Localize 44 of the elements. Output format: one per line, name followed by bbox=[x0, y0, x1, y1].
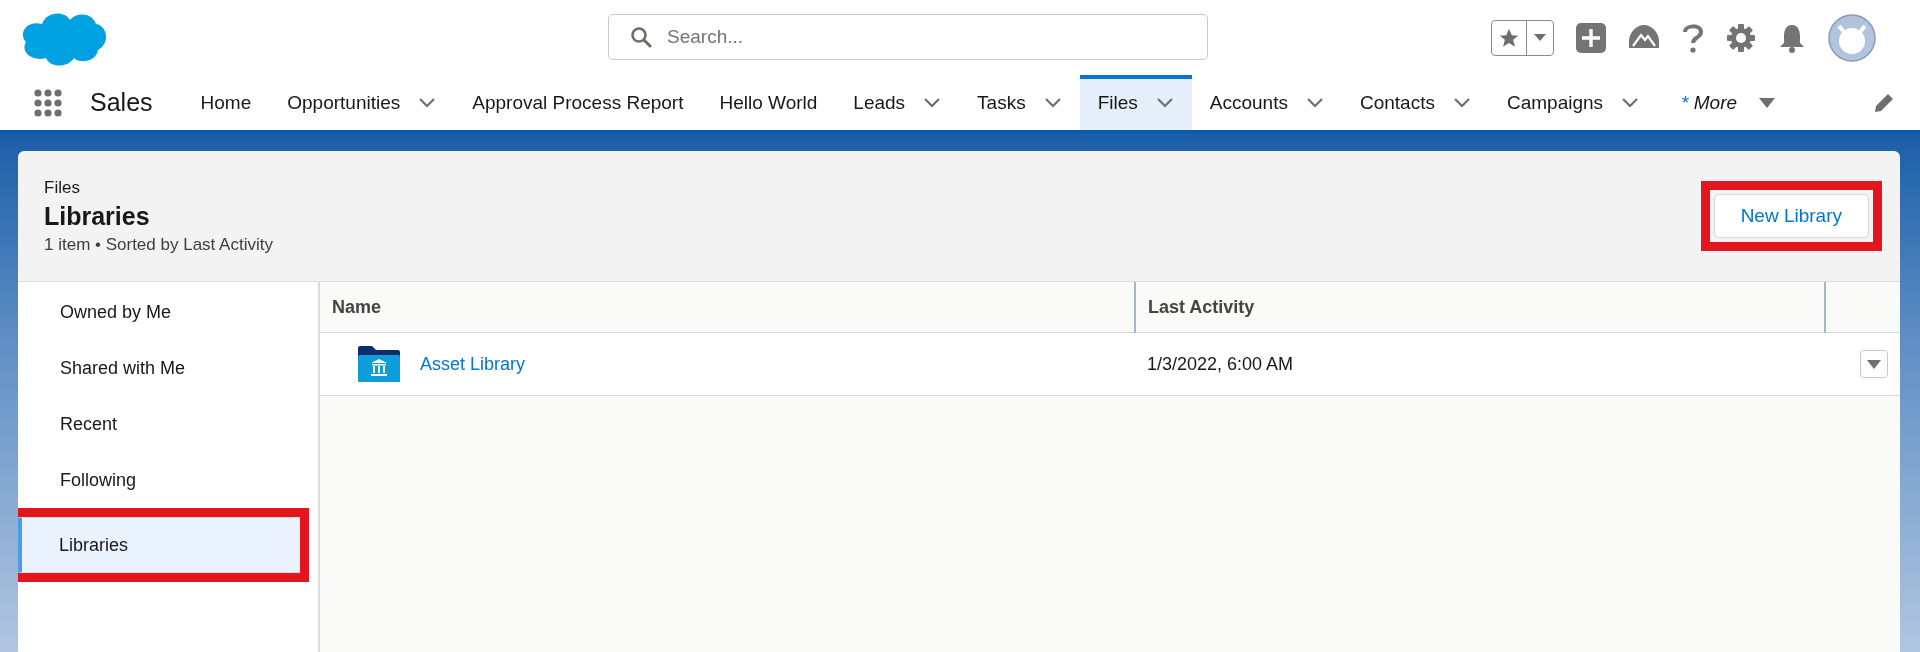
nav-tab[interactable]: Opportunities bbox=[269, 75, 455, 130]
settings-icon[interactable] bbox=[1726, 22, 1756, 53]
chevron-down-icon[interactable] bbox=[418, 96, 437, 109]
app-launcher-icon[interactable] bbox=[34, 88, 62, 117]
new-library-button[interactable]: New Library bbox=[1713, 194, 1869, 238]
chevron-down-icon[interactable] bbox=[1621, 96, 1640, 109]
caret-down-icon bbox=[1867, 359, 1881, 369]
nav-tab[interactable]: Leads bbox=[835, 75, 960, 130]
nav-tab[interactable]: Home bbox=[182, 75, 270, 130]
app-name: Sales bbox=[90, 88, 153, 117]
sidebar-item[interactable]: Shared with Me bbox=[18, 340, 318, 396]
chevron-down-icon[interactable] bbox=[1305, 96, 1324, 109]
avatar-icon[interactable] bbox=[1828, 13, 1876, 62]
table-cell: 1/3/2022, 6:00 AM bbox=[1135, 332, 1825, 396]
chevron-down-icon[interactable] bbox=[1155, 96, 1174, 109]
page-title: Libraries bbox=[44, 201, 151, 231]
nav-tab[interactable]: Approval Process Report bbox=[454, 75, 702, 130]
add-icon[interactable] bbox=[1576, 22, 1606, 53]
nav-tab[interactable]: Campaigns bbox=[1488, 75, 1658, 130]
nav-tab[interactable]: Accounts bbox=[1191, 75, 1342, 130]
library-folder-icon bbox=[358, 346, 400, 382]
sidebar-item[interactable]: Following bbox=[18, 452, 318, 508]
chevron-down-icon[interactable] bbox=[1452, 96, 1471, 109]
sidebar-item[interactable]: Owned by Me bbox=[18, 284, 318, 340]
sidebar-item[interactable]: Libraries bbox=[18, 517, 300, 573]
nav-tab[interactable]: Tasks bbox=[959, 75, 1080, 130]
search-field[interactable]: Search... bbox=[608, 14, 1208, 60]
list-info: 1 item • Sorted by Last Activity bbox=[44, 234, 273, 255]
notifications-icon[interactable] bbox=[1778, 22, 1806, 53]
more-tab[interactable]: * More bbox=[1681, 91, 1738, 114]
chevron-down-icon[interactable] bbox=[1043, 96, 1062, 109]
object-label: Files bbox=[44, 177, 81, 198]
caret-down-icon[interactable] bbox=[1759, 97, 1776, 108]
nav-tab[interactable]: Hello World bbox=[701, 75, 836, 130]
row-actions-button[interactable] bbox=[1860, 350, 1888, 378]
nav-tab[interactable]: Contacts bbox=[1341, 75, 1489, 130]
caret-down-icon bbox=[1534, 33, 1546, 42]
library-link[interactable]: Asset Library bbox=[420, 353, 526, 375]
nav-tab[interactable]: Files bbox=[1079, 75, 1192, 130]
sidebar-item[interactable]: Recent bbox=[18, 396, 318, 452]
chevron-down-icon[interactable] bbox=[923, 96, 942, 109]
favorites-button[interactable] bbox=[1491, 19, 1554, 56]
pencil-icon[interactable] bbox=[1874, 92, 1894, 113]
help-icon[interactable] bbox=[1682, 22, 1704, 53]
